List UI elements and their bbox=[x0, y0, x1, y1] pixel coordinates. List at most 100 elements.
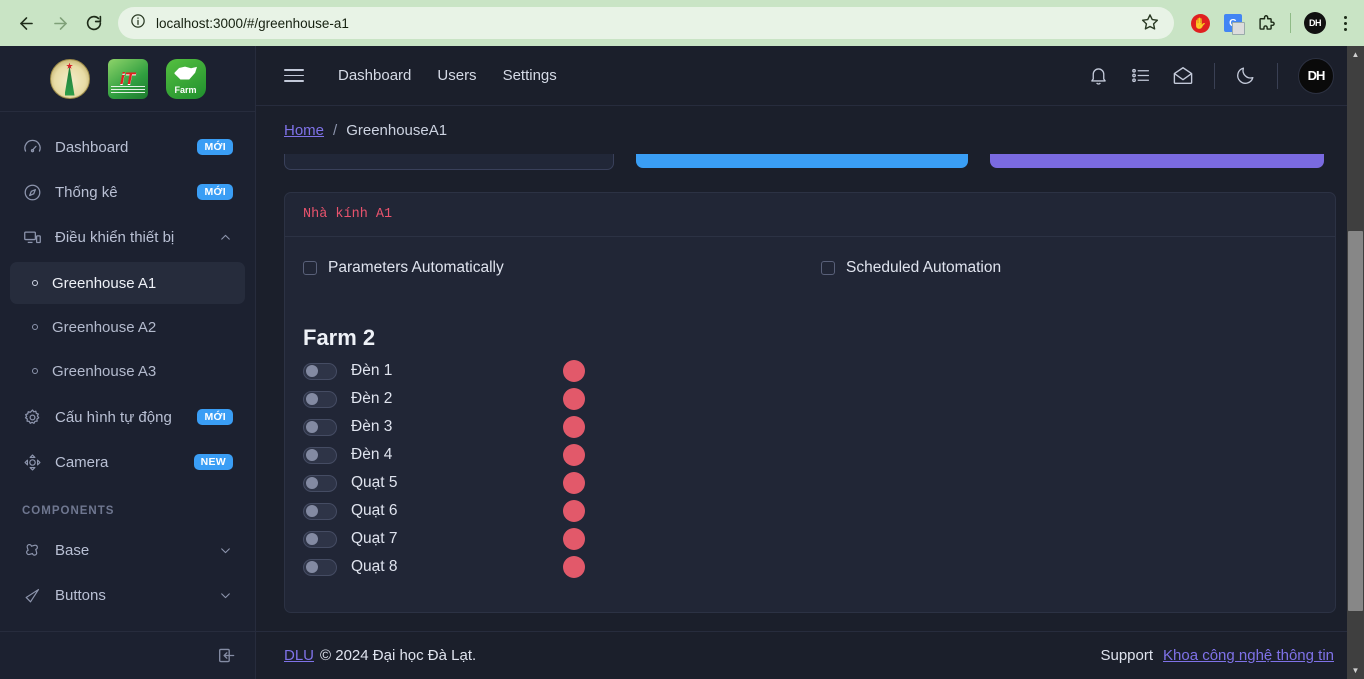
device-toggle-den-3[interactable] bbox=[303, 418, 337, 436]
sidebar-item-camera[interactable]: Camera NEW bbox=[10, 442, 245, 482]
chevron-down-icon[interactable] bbox=[219, 544, 233, 557]
partial-blue-button[interactable] bbox=[636, 154, 968, 168]
sidebar-item-greenhouse-a2[interactable]: Greenhouse A2 bbox=[10, 306, 245, 348]
sidebar-badge-camera: NEW bbox=[193, 454, 233, 470]
task-list-icon[interactable] bbox=[1130, 65, 1152, 87]
collapse-sidebar-icon[interactable] bbox=[217, 646, 237, 666]
hamburger-icon[interactable] bbox=[284, 69, 304, 82]
back-button[interactable] bbox=[10, 7, 42, 39]
scrollbar-up-arrow[interactable]: ▲ bbox=[1347, 46, 1364, 63]
footer-support-link[interactable]: Khoa công nghệ thông tin bbox=[1163, 647, 1334, 664]
device-label-quat-7: Quạt 7 bbox=[351, 530, 398, 547]
device-toggle-den-4[interactable] bbox=[303, 446, 337, 464]
sidebar-label-greenhouse-a2: Greenhouse A2 bbox=[52, 318, 157, 336]
browser-profile-avatar[interactable]: DH bbox=[1303, 11, 1327, 35]
sidebar-label-cau-hinh-tu-dong: Cấu hình tự động bbox=[55, 408, 172, 426]
header-link-settings[interactable]: Settings bbox=[493, 61, 567, 90]
extension-icons: ✋ G DH bbox=[1184, 11, 1354, 35]
sidebar-item-cau-hinh-tu-dong[interactable]: Cấu hình tự động MỚI bbox=[10, 397, 245, 437]
scrollbar-down-arrow[interactable]: ▼ bbox=[1347, 662, 1364, 679]
kebab-menu-icon[interactable] bbox=[1336, 15, 1354, 31]
sidebar-badge-thong-ke: MỚI bbox=[197, 184, 233, 200]
scrollbar-track[interactable] bbox=[1347, 63, 1364, 662]
checkbox-label-parameters-automatically: Parameters Automatically bbox=[328, 259, 504, 276]
address-bar[interactable]: localhost:3000/#/greenhouse-a1 bbox=[118, 7, 1174, 39]
site-info-icon[interactable] bbox=[130, 13, 146, 34]
card-header: Nhà kính A1 bbox=[285, 193, 1335, 237]
device-label-den-3: Đèn 3 bbox=[351, 418, 393, 435]
device-status-den-3 bbox=[563, 416, 585, 438]
device-row: Quạt 8 bbox=[303, 553, 1317, 581]
sidebar-item-dashboard[interactable]: Dashboard MỚI bbox=[10, 127, 245, 167]
checkbox-scheduled-automation[interactable]: Scheduled Automation bbox=[821, 259, 1001, 277]
bookmark-star-icon[interactable] bbox=[1140, 12, 1162, 34]
device-label-quat-5: Quạt 5 bbox=[351, 474, 398, 491]
device-row: Đèn 3 bbox=[303, 413, 1317, 441]
main-area: Dashboard Users Settings DH Home / Green… bbox=[256, 46, 1364, 679]
footer-dlu-link[interactable]: DLU bbox=[284, 647, 314, 664]
chevron-up-icon[interactable] bbox=[219, 231, 233, 244]
farm-logo[interactable]: Farm bbox=[165, 58, 206, 99]
sidebar-item-greenhouse-a1[interactable]: Greenhouse A1 bbox=[10, 262, 245, 304]
sidebar-item-greenhouse-a3[interactable]: Greenhouse A3 bbox=[10, 350, 245, 392]
sidebar-item-base[interactable]: Base bbox=[10, 530, 245, 570]
university-seal-logo[interactable] bbox=[49, 58, 90, 99]
header-actions: DH bbox=[1088, 57, 1334, 94]
page-scrollbar[interactable]: ▲ ▼ bbox=[1347, 46, 1364, 679]
device-row: Đèn 4 bbox=[303, 441, 1317, 469]
extensions-puzzle-icon[interactable] bbox=[1254, 11, 1278, 35]
farm-title: Farm 2 bbox=[303, 325, 376, 350]
reload-button[interactable] bbox=[78, 7, 110, 39]
it-faculty-logo[interactable]: iT bbox=[107, 58, 148, 99]
checkbox-parameters-automatically[interactable]: Parameters Automatically bbox=[303, 259, 821, 277]
sidebar-item-thong-ke[interactable]: Thống kê MỚI bbox=[10, 172, 245, 212]
header-link-dashboard[interactable]: Dashboard bbox=[328, 61, 421, 90]
moon-icon[interactable] bbox=[1235, 65, 1257, 87]
breadcrumb-separator: / bbox=[333, 121, 338, 139]
card-title: Nhà kính A1 bbox=[303, 207, 393, 222]
gear-icon bbox=[22, 407, 43, 428]
partial-purple-button[interactable] bbox=[990, 154, 1324, 168]
app-header: Dashboard Users Settings DH bbox=[256, 46, 1364, 106]
device-row: Đèn 2 bbox=[303, 385, 1317, 413]
sidebar: iT Farm Dashboard MỚI Thống kê MỚI Điều … bbox=[0, 46, 256, 679]
device-toggle-quat-5[interactable] bbox=[303, 474, 337, 492]
scrollbar-thumb[interactable] bbox=[1348, 231, 1363, 611]
device-toggle-den-1[interactable] bbox=[303, 362, 337, 380]
adblock-icon[interactable]: ✋ bbox=[1188, 11, 1212, 35]
device-status-quat-5 bbox=[563, 472, 585, 494]
forward-button[interactable] bbox=[44, 7, 76, 39]
device-label-den-2: Đèn 2 bbox=[351, 390, 393, 407]
toolbar-divider bbox=[1290, 13, 1291, 33]
chevron-down-icon[interactable] bbox=[219, 589, 233, 602]
header-link-users[interactable]: Users bbox=[427, 61, 486, 90]
sidebar-item-buttons[interactable]: Buttons bbox=[10, 575, 245, 615]
device-status-den-2 bbox=[563, 388, 585, 410]
checkbox-icon[interactable] bbox=[303, 261, 317, 275]
avatar[interactable]: DH bbox=[1298, 57, 1334, 94]
sidebar-label-dieu-khien-thiet-bi: Điều khiển thiết bị bbox=[55, 228, 175, 246]
breadcrumb-home-link[interactable]: Home bbox=[284, 122, 324, 139]
device-toggle-quat-7[interactable] bbox=[303, 530, 337, 548]
cursor-icon bbox=[22, 585, 43, 606]
partial-input-box[interactable] bbox=[284, 154, 614, 170]
footer-support: Support Khoa công nghệ thông tin bbox=[1100, 647, 1334, 664]
header-divider bbox=[1277, 62, 1278, 89]
device-toggle-quat-6[interactable] bbox=[303, 502, 337, 520]
device-toggle-quat-8[interactable] bbox=[303, 558, 337, 576]
bell-icon[interactable] bbox=[1088, 65, 1110, 87]
header-divider bbox=[1214, 62, 1215, 89]
device-toggle-den-2[interactable] bbox=[303, 390, 337, 408]
it-logo-text: iT bbox=[119, 68, 136, 88]
checkbox-icon[interactable] bbox=[821, 261, 835, 275]
device-label-den-1: Đèn 1 bbox=[351, 362, 393, 379]
device-status-quat-6 bbox=[563, 500, 585, 522]
sidebar-brand: iT Farm bbox=[0, 46, 255, 112]
browser-toolbar: localhost:3000/#/greenhouse-a1 ✋ G DH bbox=[0, 0, 1364, 46]
url-text: localhost:3000/#/greenhouse-a1 bbox=[156, 15, 349, 31]
sidebar-label-greenhouse-a3: Greenhouse A3 bbox=[52, 362, 157, 380]
envelope-icon[interactable] bbox=[1172, 65, 1194, 87]
google-translate-icon[interactable]: G bbox=[1221, 11, 1245, 35]
devices-icon bbox=[22, 227, 43, 248]
sidebar-item-dieu-khien-thiet-bi[interactable]: Điều khiển thiết bị bbox=[10, 217, 245, 257]
